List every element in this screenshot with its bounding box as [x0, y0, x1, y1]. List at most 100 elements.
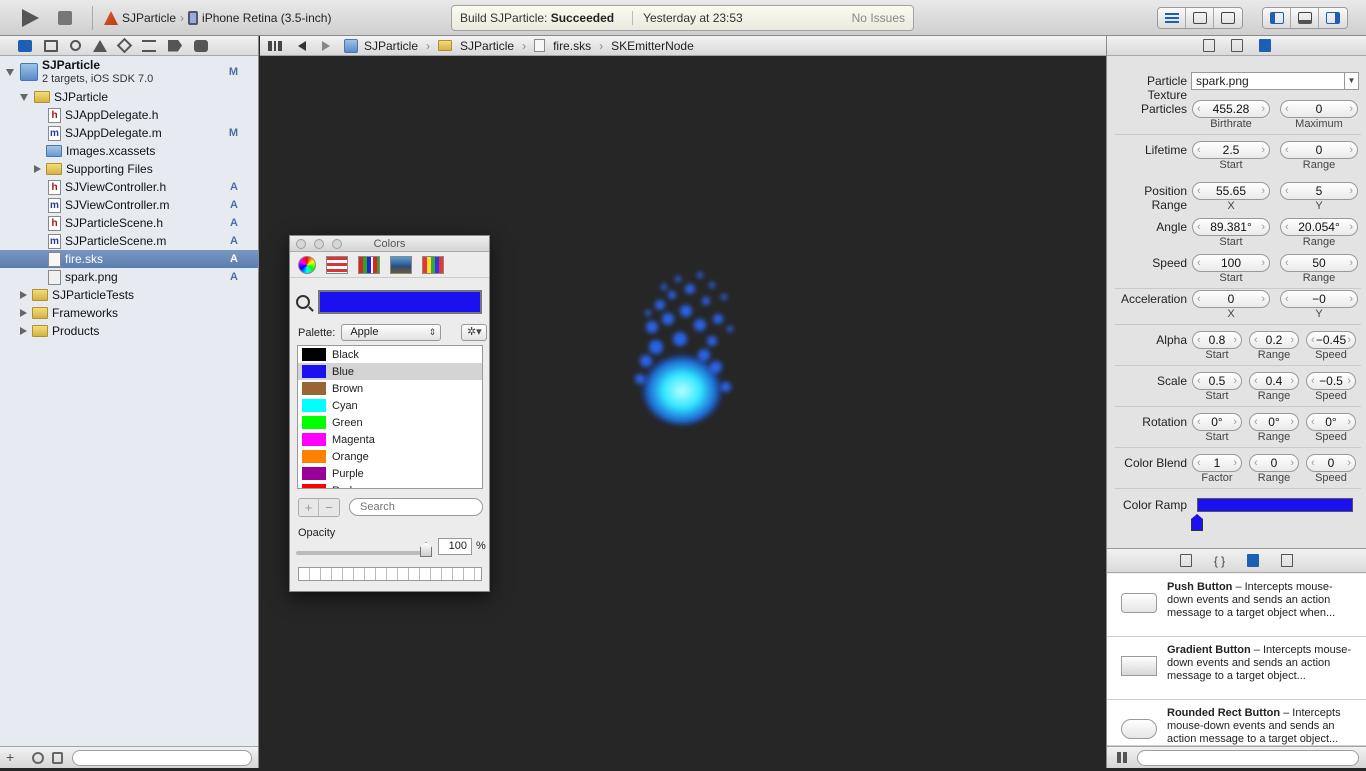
color-list-item[interactable]: Black [298, 346, 482, 363]
project-root-row[interactable]: SJParticle 2 targets, iOS SDK 7.0 M [0, 58, 258, 86]
crayons-icon[interactable] [422, 255, 444, 274]
opacity-slider-knob[interactable] [420, 542, 432, 557]
property-stepper[interactable]: 0.8 [1192, 331, 1242, 349]
color-ramp-gradient[interactable] [1197, 498, 1353, 512]
particle-texture-combo[interactable]: spark.png ▼ [1191, 72, 1359, 90]
forward-arrow-icon[interactable] [322, 40, 330, 51]
color-list-item[interactable]: Orange [298, 448, 482, 465]
property-stepper[interactable]: 2.5 [1192, 141, 1270, 159]
recent-files-icon[interactable] [32, 752, 44, 764]
minimize-window-button[interactable] [314, 239, 324, 249]
standard-editor-button[interactable] [1158, 8, 1186, 28]
property-stepper[interactable]: 0 [1280, 100, 1358, 118]
code-snippet-library-icon[interactable]: { } [1214, 554, 1225, 568]
property-stepper[interactable]: 0 [1192, 290, 1270, 308]
close-window-button[interactable] [296, 239, 306, 249]
tree-row-group-products[interactable]: Products [0, 322, 258, 340]
property-stepper[interactable]: 0 [1306, 454, 1356, 472]
property-stepper[interactable]: 55.65 [1192, 182, 1270, 200]
library-item-gradient-button[interactable]: Gradient Button – Intercepts mouse-down … [1107, 637, 1366, 700]
remove-color-button[interactable]: − [319, 499, 339, 516]
property-stepper[interactable]: −0.5 [1306, 372, 1356, 390]
library-item-rounded-rect-button[interactable]: Rounded Rect Button – Intercepts mouse-d… [1107, 700, 1366, 746]
current-color-well[interactable] [318, 290, 482, 314]
tree-row-file[interactable]: Images.xcassets [0, 142, 258, 160]
color-ramp-stop[interactable] [1191, 514, 1203, 531]
test-navigator-icon[interactable] [116, 37, 133, 54]
tree-row-file[interactable]: m SJParticleScene.m A [0, 232, 258, 250]
assistant-editor-button[interactable] [1186, 8, 1214, 28]
file-inspector-icon[interactable] [1202, 39, 1215, 52]
tree-row-file[interactable]: m SJAppDelegate.m M [0, 124, 258, 142]
color-list-item[interactable]: Cyan [298, 397, 482, 414]
add-color-button[interactable]: + [299, 499, 319, 516]
tree-row-group-frameworks[interactable]: Frameworks [0, 304, 258, 322]
property-stepper[interactable]: 0.4 [1249, 372, 1299, 390]
tree-row-file[interactable]: h SJParticleScene.h A [0, 214, 258, 232]
chevron-down-icon[interactable]: ▼ [1344, 73, 1358, 89]
magnifier-icon[interactable] [296, 295, 310, 309]
stop-button[interactable] [58, 11, 72, 25]
file-template-library-icon[interactable] [1179, 554, 1192, 567]
property-stepper[interactable]: 0° [1249, 413, 1299, 431]
issue-navigator-icon[interactable] [93, 39, 107, 52]
toggle-utilities-button[interactable] [1319, 8, 1347, 28]
breakpoint-navigator-icon[interactable] [168, 39, 182, 52]
color-list-item[interactable]: Green [298, 414, 482, 431]
breadcrumb-item[interactable]: fire.sks [553, 39, 591, 53]
property-stepper[interactable]: 5 [1280, 182, 1358, 200]
color-list-item[interactable]: Red [298, 482, 482, 488]
issues-count[interactable]: No Issues [852, 11, 905, 25]
tree-row-group-supporting-files[interactable]: Supporting Files [0, 160, 258, 178]
version-editor-button[interactable] [1214, 8, 1242, 28]
property-stepper[interactable]: 0 [1280, 141, 1358, 159]
property-stepper[interactable]: −0.45 [1306, 331, 1356, 349]
property-stepper[interactable]: 50 [1280, 254, 1358, 272]
property-stepper[interactable]: 0.2 [1249, 331, 1299, 349]
disclosure-closed-icon[interactable] [20, 309, 27, 317]
tree-row-group-sjparticle[interactable]: SJParticle [0, 88, 258, 106]
color-search-input[interactable] [349, 498, 483, 516]
log-navigator-icon[interactable] [194, 39, 208, 52]
color-palettes-icon[interactable] [358, 255, 380, 274]
related-items-icon[interactable] [268, 40, 282, 51]
image-palettes-icon[interactable] [390, 255, 412, 274]
gear-icon[interactable]: ✲▾ [461, 324, 488, 341]
color-list-item[interactable]: Magenta [298, 431, 482, 448]
toggle-navigator-button[interactable] [1263, 8, 1291, 28]
object-library-icon[interactable] [1247, 554, 1260, 567]
tree-row-file[interactable]: h SJViewController.h A [0, 178, 258, 196]
palette-popup[interactable]: Apple [341, 324, 442, 341]
zoom-window-button[interactable] [332, 239, 342, 249]
breadcrumb-item[interactable]: SJParticle [460, 39, 514, 53]
custom-swatches[interactable] [298, 567, 482, 581]
find-navigator-icon[interactable] [70, 40, 81, 51]
back-arrow-icon[interactable] [298, 40, 306, 51]
attributes-inspector-icon[interactable] [1258, 39, 1271, 52]
property-stepper[interactable]: 0° [1306, 413, 1356, 431]
tree-row-file-selected[interactable]: fire.sks A [0, 250, 258, 268]
library-filter-input[interactable] [1137, 750, 1359, 766]
project-navigator-icon[interactable] [18, 39, 32, 52]
scm-filter-icon[interactable] [52, 752, 63, 764]
property-stepper[interactable]: 0.5 [1192, 372, 1242, 390]
tree-row-group-tests[interactable]: SJParticleTests [0, 286, 258, 304]
tree-row-file[interactable]: spark.png A [0, 268, 258, 286]
property-stepper[interactable]: 1 [1192, 454, 1242, 472]
tree-row-file[interactable]: h SJAppDelegate.h [0, 106, 258, 124]
media-library-icon[interactable] [1281, 554, 1294, 567]
disclosure-closed-icon[interactable] [34, 165, 41, 173]
property-stepper[interactable]: 20.054° [1280, 218, 1358, 236]
add-icon[interactable]: + [6, 749, 14, 765]
disclosure-closed-icon[interactable] [20, 291, 27, 299]
breadcrumb-item[interactable]: SKEmitterNode [611, 39, 694, 53]
color-wheel-icon[interactable] [298, 255, 316, 274]
grid-view-icon[interactable] [1117, 752, 1128, 763]
toggle-debug-area-button[interactable] [1291, 8, 1319, 28]
disclosure-closed-icon[interactable] [20, 327, 27, 335]
quick-help-icon[interactable] [1230, 39, 1243, 52]
opacity-value-field[interactable]: 100 [438, 538, 472, 555]
property-stepper[interactable]: 89.381° [1192, 218, 1270, 236]
property-stepper[interactable]: 0° [1192, 413, 1242, 431]
breadcrumb-item[interactable]: SJParticle [364, 39, 418, 53]
